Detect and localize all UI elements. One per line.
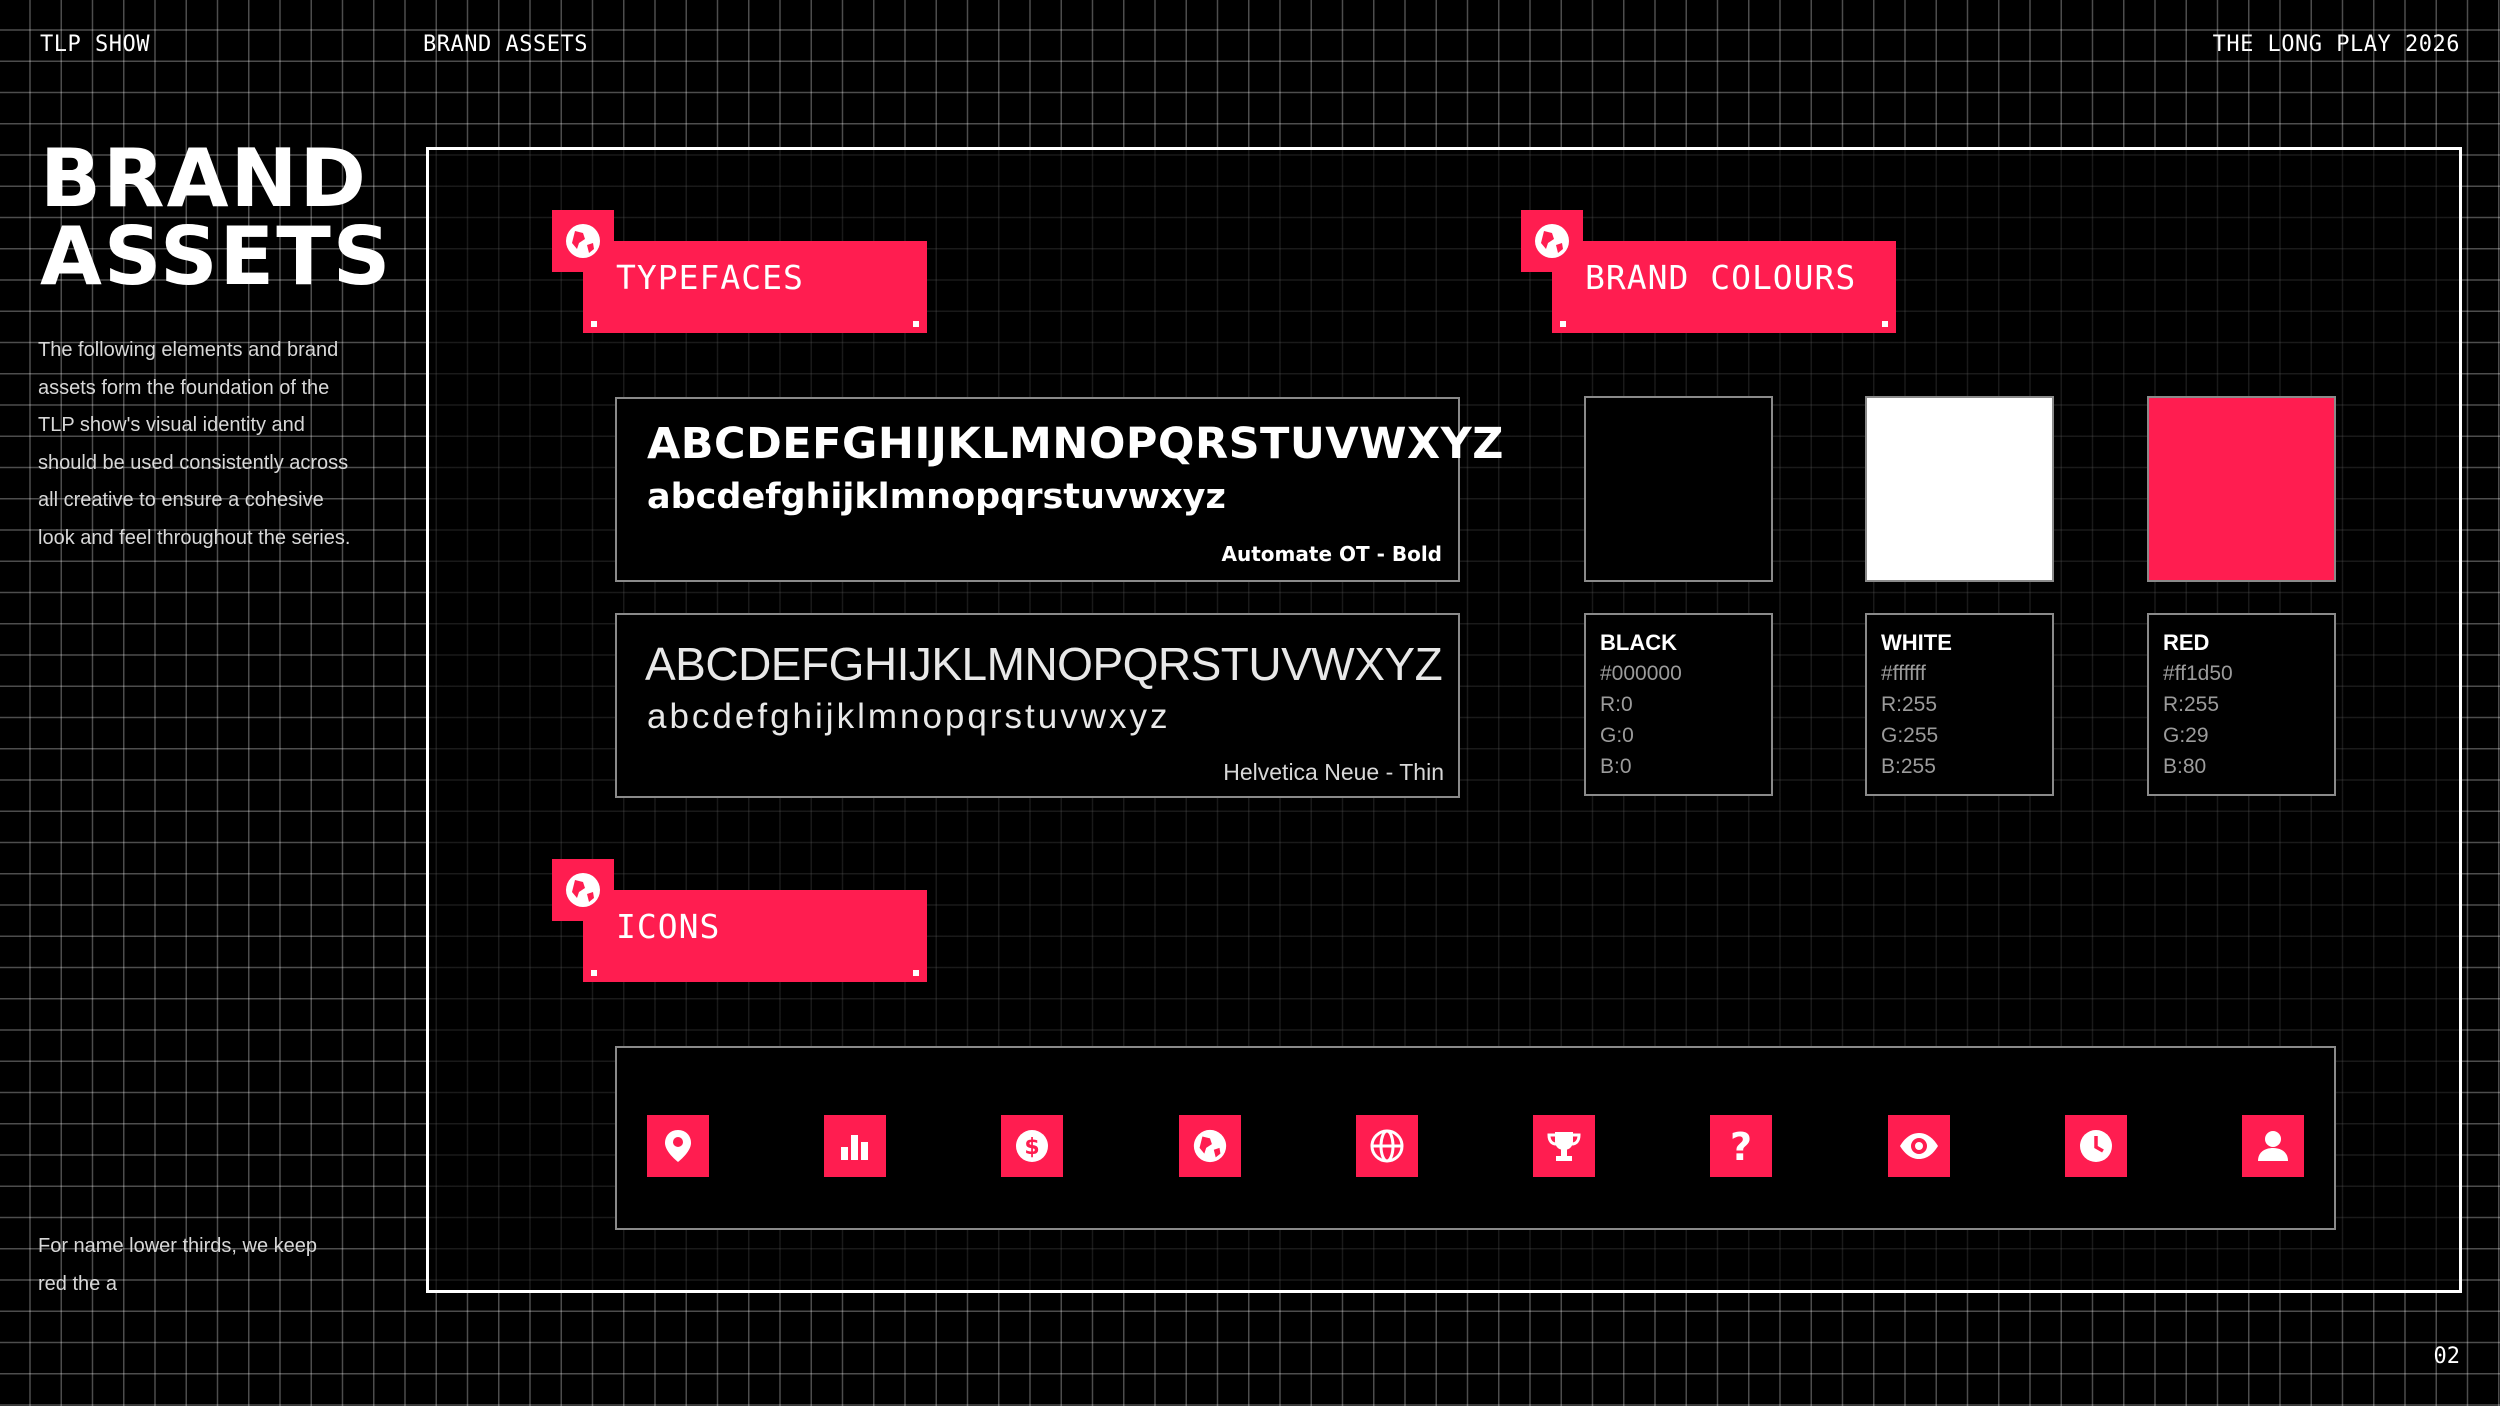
- svg-text:?: ?: [1730, 1127, 1752, 1165]
- colour-info-red: RED #ff1d50 R:255 G:29 B:80: [2147, 613, 2336, 796]
- colour-g: G:0: [1600, 724, 1634, 747]
- sidebar-footer-note: For name lower thirds, we keep red the a: [38, 1235, 318, 1295]
- typeface-uppercase: ABCDEFGHIJKLMNOPQRSTUVWXYZ: [645, 638, 1443, 690]
- question-icon: ?: [1710, 1115, 1772, 1177]
- bar-chart-icon: [824, 1115, 886, 1177]
- typeface-name: Helvetica Neue - Thin: [1223, 759, 1444, 785]
- typeface-specimen-bold: ABCDEFGHIJKLMNOPQRSTUVWXYZ abcdefghijklm…: [615, 397, 1503, 582]
- typeface-specimen-thin: ABCDEFGHIJKLMNOPQRSTUVWXYZ abcdefghijklm…: [615, 613, 1460, 798]
- typeface-name: Automate OT - Bold: [1221, 542, 1442, 566]
- colour-g: G:29: [2163, 724, 2209, 747]
- colour-hex: #000000: [1600, 662, 1682, 685]
- colour-r: R:255: [1881, 693, 1938, 716]
- user-icon: [2242, 1115, 2304, 1177]
- page-title: BRAND ASSETS: [40, 132, 393, 303]
- header-section-name: BRAND ASSETS: [423, 32, 588, 57]
- colour-g: G:255: [1881, 724, 1939, 747]
- colour-info-black: BLACK #000000 R:0 G:0 B:0: [1584, 613, 1773, 796]
- world-grid-icon: [1356, 1115, 1418, 1177]
- header-series-name: THE LONG PLAY 2026: [2212, 32, 2460, 57]
- colour-b: B:0: [1600, 755, 1632, 778]
- colour-swatch-white: [1865, 396, 2054, 582]
- globe-icon: [552, 859, 614, 921]
- colour-name: RED: [2163, 630, 2210, 655]
- trophy-icon: [1533, 1115, 1595, 1177]
- svg-text:$: $: [1024, 1135, 1039, 1160]
- section-label-brand-colours: BRAND COLOURS: [1585, 258, 1857, 297]
- colour-r: R:0: [1600, 693, 1633, 716]
- colour-info-white: WHITE #ffffff R:255 G:255 B:255: [1865, 613, 2054, 796]
- icons-strip: $ ?: [615, 1046, 2336, 1230]
- section-label-typefaces: TYPEFACES: [616, 258, 804, 297]
- typeface-lowercase: abcdefghijklmnopqrstuvwxyz: [647, 697, 1171, 736]
- page-number: 02: [2433, 1344, 2461, 1369]
- globe-icon: [1179, 1115, 1241, 1177]
- colour-hex: #ffffff: [1881, 662, 1926, 685]
- colour-r: R:255: [2163, 693, 2220, 716]
- clock-icon: [2065, 1115, 2127, 1177]
- globe-icon: [552, 210, 614, 272]
- colour-b: B:80: [2163, 755, 2207, 778]
- colour-b: B:255: [1881, 755, 1936, 778]
- page-title-line1: BRAND: [40, 132, 368, 225]
- header-show-name: TLP SHOW: [40, 32, 150, 57]
- globe-icon: [1521, 210, 1583, 272]
- sidebar-description: The following elements and brand assets …: [38, 339, 351, 549]
- typeface-lowercase: abcdefghijklmnopqrstuvwxyz: [647, 477, 1226, 517]
- colour-name: WHITE: [1881, 630, 1952, 655]
- dollar-icon: $: [1001, 1115, 1063, 1177]
- typeface-uppercase: ABCDEFGHIJKLMNOPQRSTUVWXYZ: [647, 419, 1504, 469]
- colour-hex: #ff1d50: [2163, 662, 2233, 685]
- page-title-line2: ASSETS: [40, 210, 393, 303]
- eye-icon: [1888, 1115, 1950, 1177]
- map-pin-icon: [647, 1115, 709, 1177]
- colour-swatch-black: [1584, 396, 1773, 582]
- colour-name: BLACK: [1600, 630, 1677, 655]
- colour-swatch-red: [2147, 396, 2336, 582]
- section-label-icons: ICONS: [616, 907, 721, 946]
